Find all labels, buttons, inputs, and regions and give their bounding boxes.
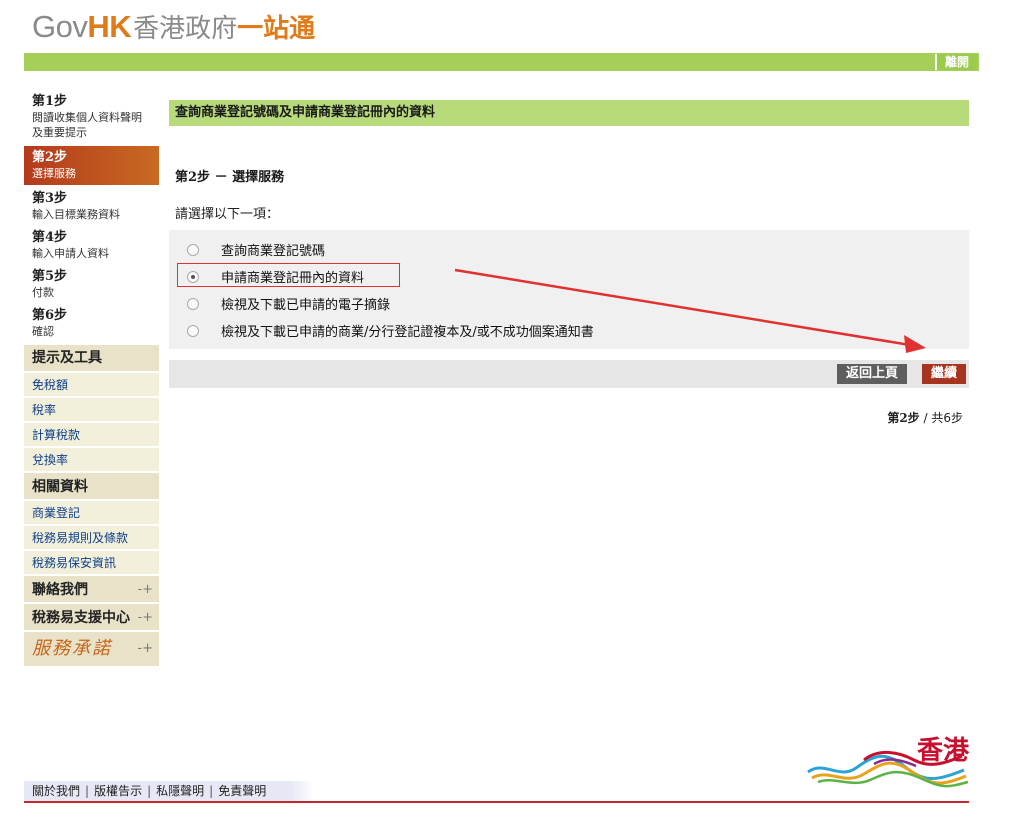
exit-button[interactable]: 離開 — [934, 54, 977, 70]
step-description: 輸入申請人資料 — [32, 247, 109, 260]
service-options: 查詢商業登記號碼 申請商業登記冊內的資料 檢視及下載已申請的電子摘錄 檢視及下載… — [169, 230, 969, 349]
sidebar-link-tax-rates[interactable]: 稅率 — [24, 396, 159, 421]
step-number: 第4步 — [32, 230, 68, 245]
back-button[interactable]: 返回上頁 — [836, 364, 907, 384]
govhk-logo[interactable]: Gov HK 香港政府 一站通 — [32, 8, 315, 44]
support-centre-label: 稅務易支援中心 — [32, 610, 130, 626]
option-enquire-br-number[interactable]: 查詢商業登記號碼 — [169, 236, 969, 263]
service-pledge-label: 服務承諾 — [32, 638, 112, 659]
option-label: 檢視及下載已申請的電子摘錄 — [221, 298, 391, 313]
sidebar-link-security[interactable]: 稅務易保安資訊 — [24, 549, 159, 574]
footer-link-privacy[interactable]: 私隱聲明 — [156, 784, 204, 798]
brand-hong-kong-logo[interactable]: 香港 — [804, 730, 969, 790]
logo-gov-text: Gov — [32, 9, 88, 44]
contact-us-link[interactable]: 聯絡我們 -+ — [24, 574, 159, 602]
option-view-e-extract[interactable]: 檢視及下載已申請的電子摘錄 — [169, 290, 969, 317]
sidebar-step-1: 第1步 閱讀收集個人資料聲明及重要提示 — [24, 90, 159, 144]
step-number: 第2步 — [32, 150, 68, 165]
sidebar-link-allowances[interactable]: 免稅額 — [24, 371, 159, 396]
radio-button[interactable] — [187, 324, 199, 337]
step-number: 第6步 — [32, 308, 68, 323]
logo-zh-text: 香港政府 — [133, 14, 238, 44]
sidebar-link-terms[interactable]: 稅務易規則及條款 — [24, 524, 159, 549]
progress-total: / 共6步 — [919, 411, 964, 425]
step-number: 第3步 — [32, 191, 68, 206]
step-progress: 第2步 / 共6步 — [169, 409, 969, 426]
main-content: 查詢商業登記號碼及申請商業登記冊內的資料 第2步 － 選擇服務 請選擇以下一項：… — [169, 100, 969, 426]
option-view-certificate-copy[interactable]: 檢視及下載已申請的商業/分行登記證複本及/或不成功個案通知書 — [169, 317, 969, 344]
sidebar: 第1步 閱讀收集個人資料聲明及重要提示 第2步 選擇服務 第3步 輸入目標業務資… — [24, 90, 159, 666]
option-label: 申請商業登記冊內的資料 — [221, 271, 365, 286]
support-centre-link[interactable]: 稅務易支援中心 -+ — [24, 602, 159, 630]
expand-icon: -+ — [137, 610, 153, 625]
step-number: 第1步 — [32, 94, 68, 109]
sidebar-step-6: 第6步 確認 — [24, 304, 159, 343]
logo-hk-text: HK — [87, 9, 132, 44]
radio-button[interactable] — [187, 297, 199, 310]
page-title: 查詢商業登記號碼及申請商業登記冊內的資料 — [169, 100, 969, 126]
radio-button[interactable] — [187, 243, 199, 256]
progress-current: 第2步 — [887, 411, 920, 425]
footer-link-disclaimer[interactable]: 免責聲明 — [218, 784, 266, 798]
step-description: 付款 — [32, 286, 54, 299]
footer-link-about[interactable]: 關於我們 — [32, 784, 80, 798]
option-apply-register-info[interactable]: 申請商業登記冊內的資料 — [169, 263, 969, 290]
expand-icon: -+ — [137, 641, 153, 656]
sidebar-link-tax-calculator[interactable]: 計算稅款 — [24, 421, 159, 446]
footer-links: 關於我們 | 版權告示 | 私隱聲明 | 免責聲明 — [24, 781, 314, 801]
service-pledge-link[interactable]: 服務承諾 -+ — [24, 630, 159, 666]
related-heading: 相關資料 — [24, 471, 159, 499]
step-number: 第5步 — [32, 269, 68, 284]
radio-button-selected[interactable] — [187, 270, 199, 283]
dragon-ribbon-icon — [807, 751, 969, 788]
footer-link-copyright[interactable]: 版權告示 — [94, 784, 142, 798]
tools-heading: 提示及工具 — [24, 345, 159, 371]
footer-divider — [24, 801, 969, 803]
expand-icon: -+ — [137, 582, 153, 597]
option-label: 檢視及下載已申請的商業/分行登記證複本及/或不成功個案通知書 — [221, 325, 594, 340]
step-description: 輸入目標業務資料 — [32, 208, 120, 221]
sidebar-link-business-registration[interactable]: 商業登記 — [24, 499, 159, 524]
sidebar-step-5: 第5步 付款 — [24, 265, 159, 304]
sidebar-step-2-active: 第2步 選擇服務 — [24, 146, 159, 185]
button-bar: 返回上頁 繼續 — [169, 360, 969, 388]
step-description: 閱讀收集個人資料聲明及重要提示 — [32, 111, 142, 139]
step-description: 選擇服務 — [32, 167, 76, 180]
sidebar-step-3: 第3步 輸入目標業務資料 — [24, 187, 159, 226]
step-heading: 第2步 － 選擇服務 — [175, 170, 285, 185]
logo-one-stop-text: 一站通 — [237, 14, 316, 44]
contact-us-label: 聯絡我們 — [32, 582, 88, 598]
option-label: 查詢商業登記號碼 — [221, 244, 326, 259]
selection-prompt: 請選擇以下一項： — [175, 207, 280, 222]
step-description: 確認 — [32, 325, 54, 338]
sidebar-link-exchange-rates[interactable]: 兌換率 — [24, 446, 159, 471]
top-green-bar: 離開 — [24, 53, 979, 71]
continue-button[interactable]: 繼續 — [921, 364, 966, 384]
sidebar-step-4: 第4步 輸入申請人資料 — [24, 226, 159, 265]
